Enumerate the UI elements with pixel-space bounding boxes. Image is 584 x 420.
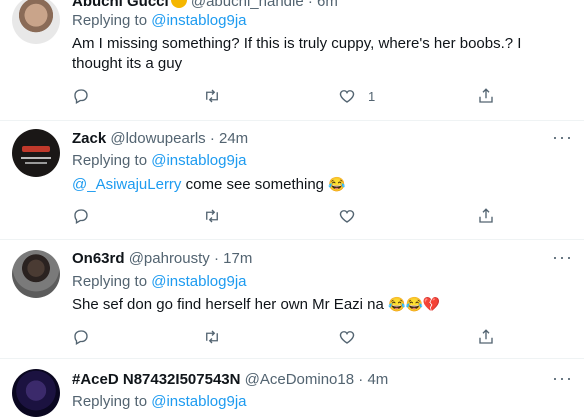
- retweet-button[interactable]: [203, 327, 221, 347]
- avatar[interactable]: [12, 129, 60, 177]
- tweet-4[interactable]: #AceD N87432I507543N @AceDomino18 · 4m ·…: [0, 359, 584, 420]
- reply-button[interactable]: [72, 206, 90, 226]
- replying-to: Replying to @instablog9ja: [72, 151, 247, 171]
- handle[interactable]: @pahrousty: [129, 250, 210, 267]
- tweet-text: @_AsiwajuLerry come see something 😂: [72, 174, 572, 195]
- handle[interactable]: @AceDomino18: [245, 371, 354, 388]
- tweet-header: #AceD N87432I507543N @AceDomino18 · 4m: [72, 370, 388, 390]
- tweet-3[interactable]: On63rd @pahrousty · 17m ··· Replying to …: [0, 240, 584, 359]
- reply-icon: [74, 89, 88, 104]
- separator-dot: ·: [213, 250, 219, 267]
- reply-icon: [74, 330, 88, 345]
- more-button[interactable]: ···: [552, 368, 573, 391]
- timestamp[interactable]: 6m: [317, 0, 338, 10]
- timestamp[interactable]: 24m: [219, 130, 248, 147]
- more-button[interactable]: ···: [552, 127, 573, 150]
- tweet-actions: [60, 206, 520, 226]
- emoji: 😂: [328, 176, 346, 192]
- more-icon: ···: [552, 247, 573, 267]
- more-icon: ···: [552, 368, 573, 388]
- avatar[interactable]: [12, 369, 60, 417]
- retweet-icon: [206, 89, 218, 103]
- display-name[interactable]: Abuchi Gucci: [72, 0, 169, 10]
- tweet-text-body: come see something: [181, 176, 329, 193]
- display-name[interactable]: #AceD N87432I507543N: [72, 371, 240, 388]
- reply-button[interactable]: [72, 327, 90, 347]
- mention-link[interactable]: @instablog9ja: [151, 12, 246, 29]
- like-count: 1: [368, 88, 376, 104]
- share-button[interactable]: [477, 327, 495, 347]
- handle[interactable]: @abuchi_handle: [191, 0, 304, 10]
- separator-dot: ·: [307, 0, 313, 10]
- tweet-text: She sef don go find herself her own Mr E…: [72, 294, 572, 315]
- retweet-icon: [206, 209, 218, 223]
- reply-button[interactable]: [72, 86, 90, 106]
- mention-link[interactable]: @instablog9ja: [151, 152, 246, 169]
- tweet-text: Am I missing something? If this is truly…: [72, 35, 522, 72]
- share-icon: [479, 208, 493, 223]
- replying-to: Replying to @instablog9ja: [72, 11, 247, 31]
- replying-prefix: Replying to: [72, 273, 148, 290]
- mention-link[interactable]: @instablog9ja: [151, 273, 246, 290]
- retweet-button[interactable]: [203, 206, 221, 226]
- mention-link[interactable]: @_AsiwajuLerry: [72, 176, 181, 193]
- replying-to: Replying to @instablog9ja: [72, 392, 247, 412]
- avatar[interactable]: [12, 0, 60, 44]
- reply-icon: [74, 209, 88, 224]
- tweet-actions: [60, 327, 520, 347]
- handle[interactable]: @ldowupearls: [110, 130, 205, 147]
- tweet-2[interactable]: Zack @ldowupearls · 24m ··· Replying to …: [0, 121, 584, 240]
- replying-prefix: Replying to: [72, 12, 148, 29]
- display-name[interactable]: Zack: [72, 130, 106, 147]
- replying-to: Replying to @instablog9ja: [72, 272, 247, 292]
- retweet-button[interactable]: [203, 86, 221, 106]
- retweet-icon: [206, 330, 218, 344]
- like-button[interactable]: 1: [338, 86, 375, 106]
- emoji: 😂😂💔: [388, 296, 441, 312]
- more-button[interactable]: ···: [552, 247, 573, 270]
- avatar[interactable]: [12, 250, 60, 298]
- display-name[interactable]: On63rd: [72, 250, 125, 267]
- share-button[interactable]: [477, 206, 495, 226]
- tweet-header: On63rd @pahrousty · 17m: [72, 249, 252, 269]
- like-button[interactable]: [338, 327, 356, 347]
- replying-prefix: Replying to: [72, 152, 148, 169]
- separator-dot: ·: [209, 130, 215, 147]
- like-button[interactable]: [338, 206, 356, 226]
- more-icon: ···: [552, 127, 573, 147]
- separator-dot: ·: [358, 371, 364, 388]
- share-icon: [479, 88, 493, 103]
- tweet-text-body: She sef don go find herself her own Mr E…: [72, 296, 389, 313]
- tweet-header: Zack @ldowupearls · 24m: [72, 129, 248, 149]
- share-icon: [479, 329, 493, 344]
- replying-prefix: Replying to: [72, 393, 148, 410]
- tweet-1[interactable]: Abuchi Gucci @abuchi_handle · 6m Replyin…: [0, 0, 584, 121]
- like-icon: [339, 210, 355, 223]
- timestamp[interactable]: 17m: [223, 250, 252, 267]
- like-icon: [339, 90, 355, 103]
- share-button[interactable]: [477, 86, 495, 106]
- timestamp[interactable]: 4m: [367, 371, 388, 388]
- emoji-icon: [170, 0, 187, 8]
- mention-link[interactable]: @instablog9ja: [151, 393, 246, 410]
- like-icon: [339, 331, 355, 344]
- tweet-actions: 1: [60, 86, 520, 106]
